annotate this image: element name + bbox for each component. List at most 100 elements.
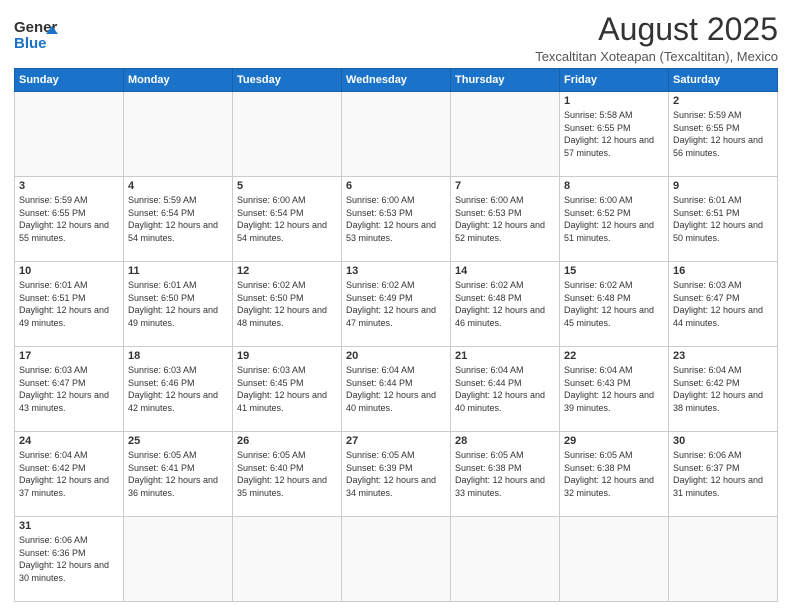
day-info: Sunrise: 6:03 AMSunset: 6:45 PMDaylight:… (237, 364, 337, 414)
day-info: Sunrise: 5:59 AMSunset: 6:54 PMDaylight:… (128, 194, 228, 244)
calendar-cell: 28 Sunrise: 6:05 AMSunset: 6:38 PMDayligh… (451, 432, 560, 517)
day-info: Sunrise: 6:03 AMSunset: 6:47 PMDaylight:… (19, 364, 119, 414)
header-sunday: Sunday (15, 69, 124, 92)
day-info: Sunrise: 6:05 AMSunset: 6:40 PMDaylight:… (237, 449, 337, 499)
day-number: 12 (237, 265, 337, 277)
title-area: August 2025 Texcaltitan Xoteapan (Texcal… (535, 12, 778, 64)
day-info: Sunrise: 6:03 AMSunset: 6:46 PMDaylight:… (128, 364, 228, 414)
header-monday: Monday (124, 69, 233, 92)
calendar-cell: 13 Sunrise: 6:02 AMSunset: 6:49 PMDayligh… (342, 262, 451, 347)
day-info: Sunrise: 6:00 AMSunset: 6:54 PMDaylight:… (237, 194, 337, 244)
day-number: 1 (564, 95, 664, 107)
day-info: Sunrise: 6:01 AMSunset: 6:51 PMDaylight:… (19, 279, 119, 329)
top-header: General Blue August 2025 Texcaltitan Xot… (14, 12, 778, 64)
day-info: Sunrise: 6:02 AMSunset: 6:48 PMDaylight:… (455, 279, 555, 329)
main-title: August 2025 (535, 12, 778, 47)
day-number: 14 (455, 265, 555, 277)
day-info: Sunrise: 5:59 AMSunset: 6:55 PMDaylight:… (673, 109, 773, 159)
calendar-cell: 10 Sunrise: 6:01 AMSunset: 6:51 PMDayligh… (15, 262, 124, 347)
day-number: 24 (19, 435, 119, 447)
day-number: 8 (564, 180, 664, 192)
calendar-table: Sunday Monday Tuesday Wednesday Thursday… (14, 68, 778, 602)
calendar-cell: 25 Sunrise: 6:05 AMSunset: 6:41 PMDayligh… (124, 432, 233, 517)
day-info: Sunrise: 6:04 AMSunset: 6:42 PMDaylight:… (673, 364, 773, 414)
day-info: Sunrise: 6:06 AMSunset: 6:37 PMDaylight:… (673, 449, 773, 499)
header-thursday: Thursday (451, 69, 560, 92)
day-number: 13 (346, 265, 446, 277)
calendar-cell: 12 Sunrise: 6:02 AMSunset: 6:50 PMDayligh… (233, 262, 342, 347)
day-number: 3 (19, 180, 119, 192)
calendar-cell (233, 517, 342, 602)
calendar-cell: 15Sunrise: 6:02 AMSunset: 6:48 PMDayligh… (560, 262, 669, 347)
calendar-cell (451, 517, 560, 602)
header-wednesday: Wednesday (342, 69, 451, 92)
calendar-cell (124, 92, 233, 177)
day-info: Sunrise: 6:02 AMSunset: 6:49 PMDaylight:… (346, 279, 446, 329)
day-info: Sunrise: 6:00 AMSunset: 6:53 PMDaylight:… (346, 194, 446, 244)
calendar-cell: 3Sunrise: 5:59 AMSunset: 6:55 PMDaylight… (15, 177, 124, 262)
day-number: 5 (237, 180, 337, 192)
calendar-cell: 21 Sunrise: 6:04 AMSunset: 6:44 PMDayligh… (451, 347, 560, 432)
svg-text:Blue: Blue (14, 35, 47, 52)
day-info: Sunrise: 6:02 AMSunset: 6:50 PMDaylight:… (237, 279, 337, 329)
day-number: 10 (19, 265, 119, 277)
calendar-cell (342, 92, 451, 177)
calendar-cell: 17 Sunrise: 6:03 AMSunset: 6:47 PMDayligh… (15, 347, 124, 432)
calendar-cell (15, 92, 124, 177)
calendar-cell: 29 Sunrise: 6:05 AMSunset: 6:38 PMDayligh… (560, 432, 669, 517)
day-number: 31 (19, 520, 119, 532)
day-number: 2 (673, 95, 773, 107)
calendar-cell: 5 Sunrise: 6:00 AMSunset: 6:54 PMDaylight… (233, 177, 342, 262)
calendar-cell: 4 Sunrise: 5:59 AMSunset: 6:54 PMDaylight… (124, 177, 233, 262)
calendar-cell: 20Sunrise: 6:04 AMSunset: 6:44 PMDayligh… (342, 347, 451, 432)
day-number: 29 (564, 435, 664, 447)
day-number: 26 (237, 435, 337, 447)
calendar-cell: 7Sunrise: 6:00 AMSunset: 6:53 PMDaylight… (451, 177, 560, 262)
day-info: Sunrise: 5:58 AMSunset: 6:55 PMDaylight:… (564, 109, 664, 159)
day-number: 7 (455, 180, 555, 192)
calendar-header: Sunday Monday Tuesday Wednesday Thursday… (15, 69, 778, 92)
day-number: 23 (673, 350, 773, 362)
day-number: 28 (455, 435, 555, 447)
day-number: 11 (128, 265, 228, 277)
calendar-cell: 27 Sunrise: 6:05 AMSunset: 6:39 PMDayligh… (342, 432, 451, 517)
calendar-cell: 2 Sunrise: 5:59 AMSunset: 6:55 PMDaylight… (669, 92, 778, 177)
day-number: 20 (346, 350, 446, 362)
day-info: Sunrise: 6:04 AMSunset: 6:43 PMDaylight:… (564, 364, 664, 414)
calendar-cell: 23 Sunrise: 6:04 AMSunset: 6:42 PMDayligh… (669, 347, 778, 432)
day-info: Sunrise: 6:05 AMSunset: 6:39 PMDaylight:… (346, 449, 446, 499)
calendar-cell: 26 Sunrise: 6:05 AMSunset: 6:40 PMDayligh… (233, 432, 342, 517)
calendar-cell: 11Sunrise: 6:01 AMSunset: 6:50 PMDayligh… (124, 262, 233, 347)
day-info: Sunrise: 6:04 AMSunset: 6:44 PMDaylight:… (455, 364, 555, 414)
day-info: Sunrise: 6:04 AMSunset: 6:42 PMDaylight:… (19, 449, 119, 499)
calendar-cell: 9Sunrise: 6:01 AMSunset: 6:51 PMDaylight… (669, 177, 778, 262)
calendar-body: 1 Sunrise: 5:58 AMSunset: 6:55 PMDaylight… (15, 92, 778, 602)
header-tuesday: Tuesday (233, 69, 342, 92)
day-number: 18 (128, 350, 228, 362)
day-info: Sunrise: 6:05 AMSunset: 6:38 PMDaylight:… (564, 449, 664, 499)
day-number: 17 (19, 350, 119, 362)
calendar-cell: 19 Sunrise: 6:03 AMSunset: 6:45 PMDayligh… (233, 347, 342, 432)
day-number: 25 (128, 435, 228, 447)
logo-area: General Blue (14, 12, 58, 56)
page: General Blue August 2025 Texcaltitan Xot… (0, 0, 792, 612)
generalblue-logo-icon: General Blue (14, 12, 58, 56)
calendar-cell: 22Sunrise: 6:04 AMSunset: 6:43 PMDayligh… (560, 347, 669, 432)
day-number: 27 (346, 435, 446, 447)
day-number: 4 (128, 180, 228, 192)
calendar-cell (560, 517, 669, 602)
header-saturday: Saturday (669, 69, 778, 92)
calendar-cell (233, 92, 342, 177)
calendar-cell (124, 517, 233, 602)
day-number: 19 (237, 350, 337, 362)
day-info: Sunrise: 6:05 AMSunset: 6:41 PMDaylight:… (128, 449, 228, 499)
header-friday: Friday (560, 69, 669, 92)
day-number: 21 (455, 350, 555, 362)
weekday-header-row: Sunday Monday Tuesday Wednesday Thursday… (15, 69, 778, 92)
calendar-cell (342, 517, 451, 602)
calendar-cell: 30Sunrise: 6:06 AMSunset: 6:37 PMDayligh… (669, 432, 778, 517)
day-number: 15 (564, 265, 664, 277)
subtitle: Texcaltitan Xoteapan (Texcaltitan), Mexi… (535, 49, 778, 64)
calendar-cell: 16Sunrise: 6:03 AMSunset: 6:47 PMDayligh… (669, 262, 778, 347)
day-info: Sunrise: 6:05 AMSunset: 6:38 PMDaylight:… (455, 449, 555, 499)
